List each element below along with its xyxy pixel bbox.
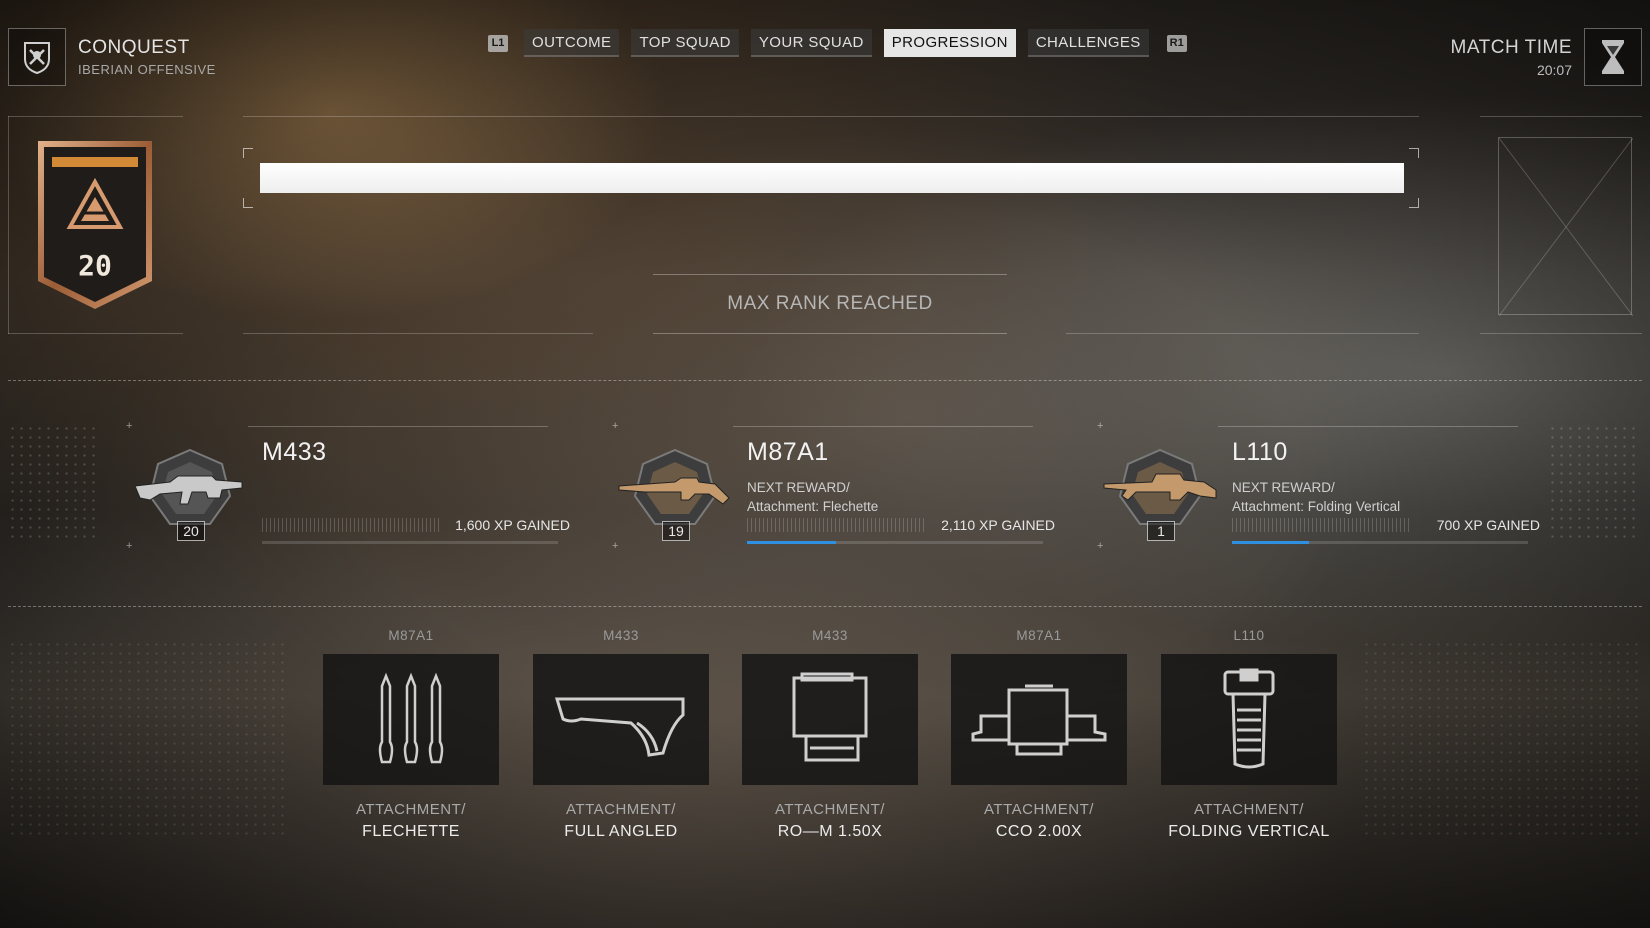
rank-frame-line [243, 333, 593, 334]
rank-insignia-icon [38, 141, 152, 309]
max-rank-status: MAX RANK REACHED [653, 274, 1007, 334]
vertical-grip-icon [1161, 654, 1337, 785]
rank-frame-line [243, 116, 1419, 117]
weapon-progress-card: 20 M433 1,600 XP GAINED [130, 424, 570, 548]
shield-crest-icon [8, 28, 66, 86]
weapon-name: M433 [262, 438, 327, 466]
reward-type: ATTACHMENT/ [566, 801, 676, 818]
tab-your-squad[interactable]: YOUR SQUAD [750, 29, 872, 57]
reward-name: RO—M 1.50X [777, 823, 883, 840]
rank-level: 20 [78, 249, 112, 282]
reward-card[interactable]: L110 ATTACHMENT/ FOLDING VERTICAL [1161, 628, 1337, 841]
reward-type: ATTACHMENT/ [775, 801, 885, 818]
weapon-level: 19 [662, 521, 690, 541]
reflex-sight-icon [742, 654, 918, 785]
next-reward-text: NEXT REWARD/ Attachment: Flechette [747, 480, 879, 514]
reward-name: FLECHETTE [362, 823, 460, 840]
tab-progression[interactable]: PROGRESSION [883, 29, 1016, 57]
tab-challenges[interactable]: CHALLENGES [1027, 29, 1149, 57]
weapon-name: L110 [1232, 438, 1288, 466]
weapon-name: M87A1 [747, 438, 829, 466]
weapon-xp-gained: 2,110 XP GAINED [941, 517, 1055, 533]
l1-bumper-hint[interactable]: L1 [488, 34, 508, 52]
rank-frame-line [1480, 333, 1642, 334]
reward-card[interactable]: M433 ATTACHMENT/ RO—M 1.50X [742, 628, 918, 841]
reward-card[interactable]: M433 ATTACHMENT/ FULL ANGLED [533, 628, 709, 841]
hourglass-icon [1584, 28, 1642, 86]
reward-weapon: M433 [603, 628, 639, 643]
weapon-level: 20 [177, 521, 205, 541]
weapon-progress-bar [262, 541, 558, 544]
weapon-progress-bar [747, 541, 1043, 544]
reward-weapon: M433 [812, 628, 848, 643]
weapon-xp-gained: 700 XP GAINED [1436, 517, 1540, 533]
rank-xp-bar [260, 163, 1404, 193]
reward-type: ATTACHMENT/ [1194, 801, 1304, 818]
reward-name: FULL ANGLED [564, 823, 678, 840]
rank-frame-line [8, 333, 183, 334]
reward-type: ATTACHMENT/ [356, 801, 466, 818]
cco-sight-icon [951, 654, 1127, 785]
dot-pattern-left [8, 424, 100, 540]
next-rank-placeholder [1498, 137, 1633, 316]
dot-pattern-bottom-left [8, 640, 288, 840]
rank-frame-line [8, 116, 183, 117]
r1-bumper-hint[interactable]: R1 [1166, 34, 1187, 52]
next-reward-text: NEXT REWARD/ Attachment: Folding Vertica… [1232, 480, 1401, 514]
weapon-progress-card: 19 M87A1 NEXT REWARD/ Attachment: Fleche… [615, 424, 1055, 548]
section-divider [8, 380, 1642, 381]
tab-top-squad[interactable]: TOP SQUAD [631, 29, 739, 57]
reward-card[interactable]: M87A1 ATTACHMENT/ CCO 2.00X [951, 628, 1127, 841]
reward-type: ATTACHMENT/ [984, 801, 1094, 818]
angled-grip-icon [533, 654, 709, 785]
game-mode-header: CONQUEST IBERIAN OFFENSIVE [8, 28, 216, 86]
tab-outcome[interactable]: OUTCOME [524, 29, 620, 57]
match-time-value: 20:07 [1536, 61, 1572, 78]
section-divider [8, 606, 1642, 607]
rank-badge: 20 [32, 137, 158, 312]
reward-card[interactable]: M87A1 ATTACHMENT/ FLECHETTE [323, 628, 499, 841]
weapon-xp-gained: 1,600 XP GAINED [455, 517, 570, 533]
reward-name: CCO 2.00X [995, 823, 1083, 840]
dot-pattern-bottom-right [1362, 640, 1642, 840]
weapon-progress-bar [1232, 541, 1528, 544]
reward-weapon: M87A1 [388, 628, 434, 643]
rank-frame-line [1066, 333, 1419, 334]
game-mode-title: CONQUEST [78, 37, 190, 58]
rank-frame-line [1480, 116, 1642, 117]
rank-frame-line [8, 116, 9, 334]
match-time-label: MATCH TIME [1450, 36, 1572, 58]
reward-weapon: L110 [1233, 628, 1265, 643]
tab-bar: L1 OUTCOME TOP SQUAD YOUR SQUAD PROGRESS… [488, 29, 1187, 57]
match-time-panel: MATCH TIME 20:07 [1451, 28, 1642, 86]
weapon-progress-card: 1 L110 NEXT REWARD/ Attachment: Folding … [1100, 424, 1540, 548]
flechette-ammo-icon [323, 654, 499, 785]
dot-pattern-right [1548, 424, 1640, 540]
weapon-level: 1 [1147, 521, 1175, 541]
map-name: IBERIAN OFFENSIVE [78, 62, 216, 77]
reward-name: FOLDING VERTICAL [1168, 823, 1330, 840]
reward-weapon: M87A1 [1016, 628, 1062, 643]
